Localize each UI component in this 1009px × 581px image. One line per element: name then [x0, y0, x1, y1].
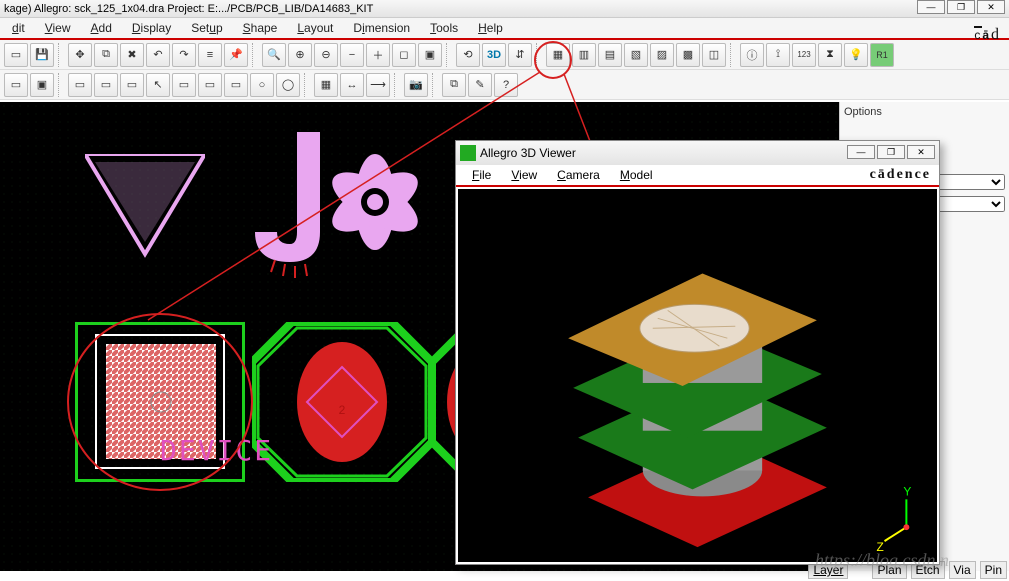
menu-display[interactable]: Display — [122, 21, 181, 35]
tab-pin[interactable]: Pin — [980, 561, 1007, 579]
tb-l2[interactable]: ▭ — [94, 73, 118, 97]
menu-view[interactable]: View — [35, 21, 81, 35]
toolbar-row-1: ▭💾 ✥⧉✖↶↷≡📌 🔍⊕⊖−＋◻▣ ⟲3D⇵ ▦▥▤▧▨▩◫ ⓘ⟟123⧗💡R1 — [0, 40, 1009, 70]
menu-setup[interactable]: Setup — [181, 21, 232, 35]
menu-help[interactable]: Help — [468, 21, 513, 35]
menu-shape[interactable]: Shape — [233, 21, 288, 35]
tb-zm+[interactable]: ＋ — [366, 43, 390, 67]
options-title: Options — [844, 106, 1005, 118]
pad-2-outline: 2 — [252, 322, 432, 482]
viewer-menu-view[interactable]: View — [501, 168, 547, 182]
tb-zwin[interactable]: ▣ — [418, 43, 442, 67]
tb-move[interactable]: ✥ — [68, 43, 92, 67]
tb-r2[interactable]: ▭ — [198, 73, 222, 97]
maximize-button[interactable]: ❐ — [947, 0, 975, 14]
tb-hrg[interactable]: ⧗ — [818, 43, 842, 67]
tb-bulb[interactable]: 💡 — [844, 43, 868, 67]
tb-info[interactable]: ⓘ — [740, 43, 764, 67]
viewer-menu-bar: FileViewCameraModel cādence — [456, 165, 939, 187]
watermark: https://blog.csdn.n — [815, 550, 949, 571]
tb-copy[interactable]: ⧉ — [94, 43, 118, 67]
tb-redo[interactable]: ↷ — [172, 43, 196, 67]
tb-l3[interactable]: ▭ — [120, 73, 144, 97]
tb-lay2[interactable]: ▤ — [598, 43, 622, 67]
viewer-brand: cādence — [870, 167, 931, 183]
tb-selg[interactable]: ▣ — [30, 73, 54, 97]
tb-ln2[interactable]: ⟶ — [366, 73, 390, 97]
tb-zsel[interactable]: ◻ — [392, 43, 416, 67]
tb-sh[interactable]: ✎ — [468, 73, 492, 97]
tb-zfit[interactable]: 🔍 — [262, 43, 286, 67]
menu-dit[interactable]: dit — [2, 21, 35, 35]
viewer-menu-camera[interactable]: Camera — [547, 168, 610, 182]
minimize-button[interactable]: — — [917, 0, 945, 14]
tb-r5[interactable]: ◯ — [276, 73, 300, 97]
tb-lay1[interactable]: ▥ — [572, 43, 596, 67]
tb-file[interactable]: ▭ — [4, 43, 28, 67]
tb-meas[interactable]: ⟟ — [766, 43, 790, 67]
svg-text:Y: Y — [903, 484, 911, 498]
viewer-title-text: Allegro 3D Viewer — [480, 146, 576, 160]
viewer-maximize-button[interactable]: ❐ — [877, 145, 905, 159]
toolbar-row-2: ▭▣▭▭▭↖▭▭▭○◯▦↔⟶📷⧉✎? — [0, 70, 1009, 100]
highlight-circle-pad — [65, 312, 255, 492]
viewer-canvas[interactable]: Y Z — [458, 189, 937, 562]
menu-layout[interactable]: Layout — [287, 21, 343, 35]
tb-l1[interactable]: ▭ — [68, 73, 92, 97]
tb-help[interactable]: ? — [494, 73, 518, 97]
viewer-minimize-button[interactable]: — — [847, 145, 875, 159]
tb-3D[interactable]: 3D — [482, 43, 506, 67]
tb-r4[interactable]: ○ — [250, 73, 274, 97]
tb-sel[interactable]: ▭ — [4, 73, 28, 97]
triangle-shape — [85, 154, 205, 274]
tb-lay6[interactable]: ◫ — [702, 43, 726, 67]
menu-add[interactable]: Add — [81, 21, 122, 35]
tb-dup[interactable]: ⧉ — [442, 73, 466, 97]
viewer-menu-model[interactable]: Model — [610, 168, 663, 182]
tb-zin[interactable]: ⊕ — [288, 43, 312, 67]
viewer-3d-render: Y Z — [458, 189, 937, 562]
tb-del[interactable]: ✖ — [120, 43, 144, 67]
tb-zout[interactable]: ⊖ — [314, 43, 338, 67]
menu-tools[interactable]: Tools — [420, 21, 468, 35]
tb-lay4[interactable]: ▨ — [650, 43, 674, 67]
viewer-window[interactable]: Allegro 3D Viewer — ❐ ✕ FileViewCameraMo… — [455, 140, 940, 565]
tab-via[interactable]: Via — [949, 561, 976, 579]
title-bar: kage) Allegro: sck_125_1x04.dra Project:… — [0, 0, 1009, 18]
tb-arr[interactable]: ↖ — [146, 73, 170, 97]
viewer-menu-file[interactable]: File — [462, 168, 501, 182]
tb-cam[interactable]: 📷 — [404, 73, 428, 97]
tb-zm-[interactable]: − — [340, 43, 364, 67]
menu-dimension[interactable]: Dimension — [343, 21, 420, 35]
tb-undo[interactable]: ↶ — [146, 43, 170, 67]
tb-r3[interactable]: ▭ — [224, 73, 248, 97]
j-asterisk-shape — [235, 122, 435, 292]
tb-lay5[interactable]: ▩ — [676, 43, 700, 67]
tb-r1[interactable]: ▭ — [172, 73, 196, 97]
tb-grid[interactable]: ▦ — [546, 43, 570, 67]
tb-flip[interactable]: ⇵ — [508, 43, 532, 67]
tb-ln1[interactable]: ↔ — [340, 73, 364, 97]
svg-text:2: 2 — [339, 403, 346, 417]
tb-p1[interactable]: ▦ — [314, 73, 338, 97]
viewer-title-bar[interactable]: Allegro 3D Viewer — ❐ ✕ — [456, 141, 939, 165]
tb-prop[interactable]: ≡ — [198, 43, 222, 67]
window-buttons: — ❐ ✕ — [917, 0, 1005, 14]
brand-logo: cād — [974, 26, 1001, 44]
close-button[interactable]: ✕ — [977, 0, 1005, 14]
tb-123[interactable]: 123 — [792, 43, 816, 67]
tb-reset[interactable]: ⟲ — [456, 43, 480, 67]
viewer-icon — [460, 145, 476, 161]
viewer-close-button[interactable]: ✕ — [907, 145, 935, 159]
tb-R1[interactable]: R1 — [870, 43, 894, 67]
tb-save[interactable]: 💾 — [30, 43, 54, 67]
tb-pin[interactable]: 📌 — [224, 43, 248, 67]
title-text: kage) Allegro: sck_125_1x04.dra Project:… — [4, 3, 373, 15]
menu-bar: ditViewAddDisplaySetupShapeLayoutDimensi… — [0, 18, 1009, 40]
tb-lay3[interactable]: ▧ — [624, 43, 648, 67]
